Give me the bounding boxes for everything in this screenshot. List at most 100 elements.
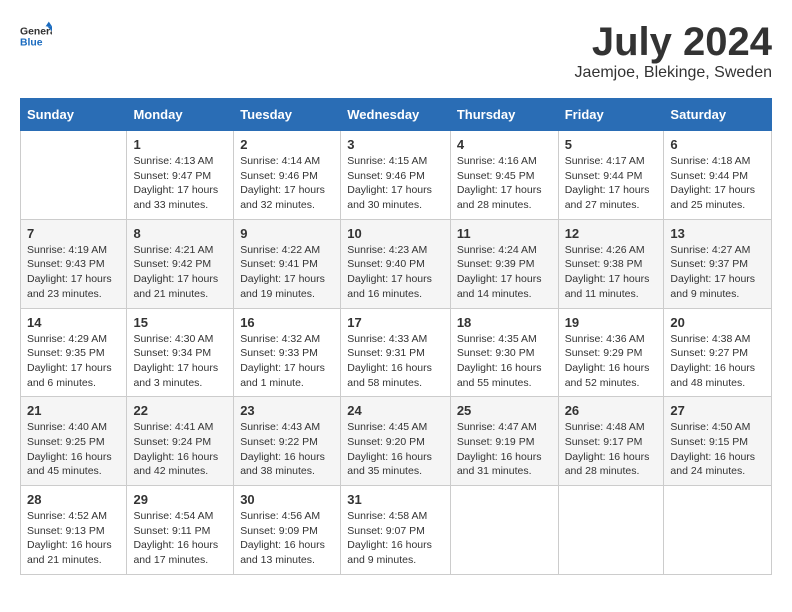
day-number: 22 [133, 403, 227, 418]
calendar-cell: 24 Sunrise: 4:45 AMSunset: 9:20 PMDayligh… [341, 397, 451, 486]
calendar-cell: 1 Sunrise: 4:13 AMSunset: 9:47 PMDaylight… [127, 131, 234, 220]
day-number: 4 [457, 137, 552, 152]
day-info: Sunrise: 4:16 AMSunset: 9:45 PMDaylight:… [457, 154, 552, 213]
calendar-cell [450, 486, 558, 575]
day-info: Sunrise: 4:41 AMSunset: 9:24 PMDaylight:… [133, 420, 227, 479]
day-info: Sunrise: 4:45 AMSunset: 9:20 PMDaylight:… [347, 420, 444, 479]
day-info: Sunrise: 4:27 AMSunset: 9:37 PMDaylight:… [670, 243, 765, 302]
day-number: 18 [457, 315, 552, 330]
week-row-1: 1 Sunrise: 4:13 AMSunset: 9:47 PMDaylight… [21, 131, 772, 220]
day-info: Sunrise: 4:32 AMSunset: 9:33 PMDaylight:… [240, 332, 334, 391]
day-info: Sunrise: 4:22 AMSunset: 9:41 PMDaylight:… [240, 243, 334, 302]
day-number: 27 [670, 403, 765, 418]
calendar-cell: 26 Sunrise: 4:48 AMSunset: 9:17 PMDayligh… [558, 397, 664, 486]
calendar-cell: 17 Sunrise: 4:33 AMSunset: 9:31 PMDayligh… [341, 308, 451, 397]
calendar-cell: 11Sunrise: 4:24 AMSunset: 9:39 PMDayligh… [450, 219, 558, 308]
day-number: 17 [347, 315, 444, 330]
calendar-cell: 3Sunrise: 4:15 AMSunset: 9:46 PMDaylight… [341, 131, 451, 220]
week-row-4: 21 Sunrise: 4:40 AMSunset: 9:25 PMDayligh… [21, 397, 772, 486]
day-number: 31 [347, 492, 444, 507]
day-header-friday: Friday [558, 99, 664, 131]
day-header-tuesday: Tuesday [234, 99, 341, 131]
calendar-cell: 27Sunrise: 4:50 AMSunset: 9:15 PMDayligh… [664, 397, 772, 486]
day-number: 26 [565, 403, 658, 418]
day-number: 1 [133, 137, 227, 152]
day-info: Sunrise: 4:54 AMSunset: 9:11 PMDaylight:… [133, 509, 227, 568]
svg-text:General: General [20, 26, 52, 37]
calendar-cell: 7 Sunrise: 4:19 AMSunset: 9:43 PMDaylight… [21, 219, 127, 308]
calendar-table: SundayMondayTuesdayWednesdayThursdayFrid… [20, 98, 772, 575]
day-number: 24 [347, 403, 444, 418]
page-header: General Blue July 2024 Jaemjoe, Blekinge… [20, 20, 772, 82]
calendar-cell [664, 486, 772, 575]
day-info: Sunrise: 4:58 AMSunset: 9:07 PMDaylight:… [347, 509, 444, 568]
day-info: Sunrise: 4:38 AMSunset: 9:27 PMDaylight:… [670, 332, 765, 391]
day-info: Sunrise: 4:18 AMSunset: 9:44 PMDaylight:… [670, 154, 765, 213]
day-info: Sunrise: 4:36 AMSunset: 9:29 PMDaylight:… [565, 332, 658, 391]
day-info: Sunrise: 4:56 AMSunset: 9:09 PMDaylight:… [240, 509, 334, 568]
calendar-cell: 22 Sunrise: 4:41 AMSunset: 9:24 PMDayligh… [127, 397, 234, 486]
day-info: Sunrise: 4:29 AMSunset: 9:35 PMDaylight:… [27, 332, 120, 391]
day-info: Sunrise: 4:23 AMSunset: 9:40 PMDaylight:… [347, 243, 444, 302]
calendar-cell: 10 Sunrise: 4:23 AMSunset: 9:40 PMDayligh… [341, 219, 451, 308]
day-number: 16 [240, 315, 334, 330]
calendar-cell: 13 Sunrise: 4:27 AMSunset: 9:37 PMDayligh… [664, 219, 772, 308]
week-row-2: 7 Sunrise: 4:19 AMSunset: 9:43 PMDaylight… [21, 219, 772, 308]
day-header-sunday: Sunday [21, 99, 127, 131]
day-number: 6 [670, 137, 765, 152]
calendar-cell: 19 Sunrise: 4:36 AMSunset: 9:29 PMDayligh… [558, 308, 664, 397]
day-number: 12 [565, 226, 658, 241]
day-number: 30 [240, 492, 334, 507]
calendar-cell: 6 Sunrise: 4:18 AMSunset: 9:44 PMDaylight… [664, 131, 772, 220]
calendar-cell: 21 Sunrise: 4:40 AMSunset: 9:25 PMDayligh… [21, 397, 127, 486]
day-number: 15 [133, 315, 227, 330]
calendar-cell: 23 Sunrise: 4:43 AMSunset: 9:22 PMDayligh… [234, 397, 341, 486]
day-number: 10 [347, 226, 444, 241]
calendar-body: 1 Sunrise: 4:13 AMSunset: 9:47 PMDaylight… [21, 131, 772, 575]
day-info: Sunrise: 4:14 AMSunset: 9:46 PMDaylight:… [240, 154, 334, 213]
day-info: Sunrise: 4:35 AMSunset: 9:30 PMDaylight:… [457, 332, 552, 391]
calendar-cell: 4 Sunrise: 4:16 AMSunset: 9:45 PMDaylight… [450, 131, 558, 220]
week-row-3: 14 Sunrise: 4:29 AMSunset: 9:35 PMDayligh… [21, 308, 772, 397]
day-info: Sunrise: 4:21 AMSunset: 9:42 PMDaylight:… [133, 243, 227, 302]
day-number: 2 [240, 137, 334, 152]
day-number: 3 [347, 137, 444, 152]
day-number: 14 [27, 315, 120, 330]
calendar-cell: 28 Sunrise: 4:52 AMSunset: 9:13 PMDayligh… [21, 486, 127, 575]
day-number: 8 [133, 226, 227, 241]
day-info: Sunrise: 4:48 AMSunset: 9:17 PMDaylight:… [565, 420, 658, 479]
calendar-cell: 30 Sunrise: 4:56 AMSunset: 9:09 PMDayligh… [234, 486, 341, 575]
day-number: 21 [27, 403, 120, 418]
location-title: Jaemjoe, Blekinge, Sweden [575, 64, 772, 82]
day-number: 28 [27, 492, 120, 507]
day-info: Sunrise: 4:13 AMSunset: 9:47 PMDaylight:… [133, 154, 227, 213]
calendar-cell: 15Sunrise: 4:30 AMSunset: 9:34 PMDayligh… [127, 308, 234, 397]
day-number: 20 [670, 315, 765, 330]
day-info: Sunrise: 4:47 AMSunset: 9:19 PMDaylight:… [457, 420, 552, 479]
day-info: Sunrise: 4:17 AMSunset: 9:44 PMDaylight:… [565, 154, 658, 213]
day-number: 9 [240, 226, 334, 241]
day-number: 19 [565, 315, 658, 330]
day-number: 11 [457, 226, 552, 241]
calendar-header-row: SundayMondayTuesdayWednesdayThursdayFrid… [21, 99, 772, 131]
day-header-saturday: Saturday [664, 99, 772, 131]
day-info: Sunrise: 4:33 AMSunset: 9:31 PMDaylight:… [347, 332, 444, 391]
calendar-cell: 9 Sunrise: 4:22 AMSunset: 9:41 PMDaylight… [234, 219, 341, 308]
day-info: Sunrise: 4:19 AMSunset: 9:43 PMDaylight:… [27, 243, 120, 302]
calendar-cell: 31 Sunrise: 4:58 AMSunset: 9:07 PMDayligh… [341, 486, 451, 575]
svg-text:Blue: Blue [20, 38, 43, 49]
calendar-cell: 14 Sunrise: 4:29 AMSunset: 9:35 PMDayligh… [21, 308, 127, 397]
day-number: 7 [27, 226, 120, 241]
calendar-cell: 25Sunrise: 4:47 AMSunset: 9:19 PMDayligh… [450, 397, 558, 486]
title-block: July 2024 Jaemjoe, Blekinge, Sweden [575, 20, 772, 82]
day-info: Sunrise: 4:40 AMSunset: 9:25 PMDaylight:… [27, 420, 120, 479]
calendar-cell: 5Sunrise: 4:17 AMSunset: 9:44 PMDaylight… [558, 131, 664, 220]
day-info: Sunrise: 4:52 AMSunset: 9:13 PMDaylight:… [27, 509, 120, 568]
day-number: 29 [133, 492, 227, 507]
day-number: 13 [670, 226, 765, 241]
day-info: Sunrise: 4:43 AMSunset: 9:22 PMDaylight:… [240, 420, 334, 479]
day-number: 23 [240, 403, 334, 418]
logo: General Blue [20, 20, 52, 52]
day-header-thursday: Thursday [450, 99, 558, 131]
calendar-cell: 2 Sunrise: 4:14 AMSunset: 9:46 PMDaylight… [234, 131, 341, 220]
